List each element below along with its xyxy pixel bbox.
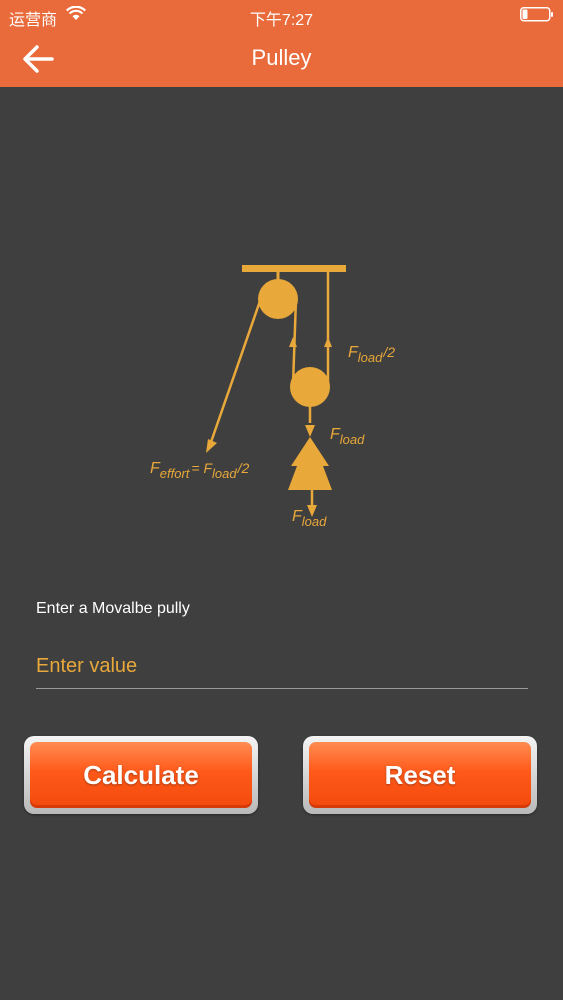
ceiling-beam xyxy=(242,265,346,272)
battery-icon xyxy=(520,7,554,27)
effort-arrow-icon xyxy=(206,439,217,453)
effort-rope xyxy=(208,300,262,446)
load-weight xyxy=(288,437,332,490)
navigation-bar: Pulley xyxy=(0,30,563,87)
status-bar: 运营商 下午7:27 xyxy=(0,0,563,30)
down-arrow-icon xyxy=(305,425,315,437)
reset-button-label: Reset xyxy=(309,742,531,808)
clock: 下午7:27 xyxy=(249,12,314,29)
value-input[interactable] xyxy=(36,645,528,689)
movable-pulley xyxy=(290,367,330,407)
pulley-diagram: Fload/2 Fload Feffort = Fload/2 Fload xyxy=(150,265,395,529)
calculate-button[interactable]: Calculate xyxy=(24,736,258,814)
reset-button[interactable]: Reset xyxy=(303,736,537,814)
force-label-load-half: Fload/2 xyxy=(348,344,395,365)
header: 运营商 下午7:27 Pulley xyxy=(0,0,563,87)
fixed-pulley xyxy=(258,279,298,319)
force-label-load: Fload xyxy=(330,426,365,447)
calculate-button-label: Calculate xyxy=(30,742,252,808)
force-label-effort: Feffort = Fload/2 xyxy=(150,460,249,481)
up-arrow-icon xyxy=(324,337,332,347)
page-title: Pulley xyxy=(251,45,312,70)
input-label: Enter a Movalbe pully xyxy=(36,600,190,617)
